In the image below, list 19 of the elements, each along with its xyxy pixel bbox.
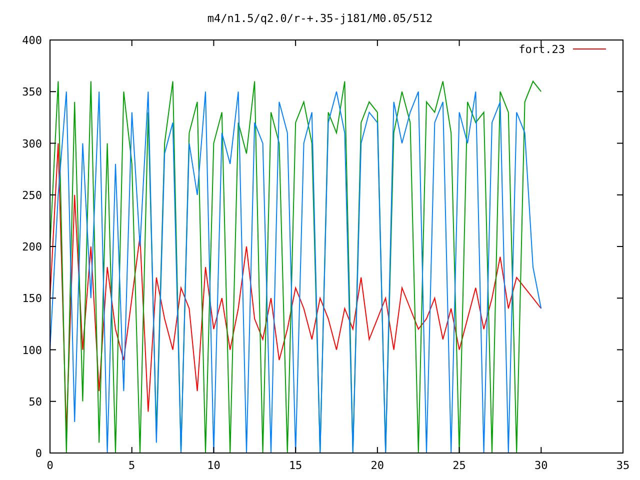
axis-tick-label: 10 [207,459,220,472]
axis-tick-label: 350 [22,86,42,99]
axis-tick-label: 150 [22,292,42,306]
axis-tick-label: 25 [452,459,466,472]
chart-title: m4/n1.5/q2.0/r-+.35-j181/M0.05/512 [207,12,433,25]
axis-tick-label: 100 [22,344,42,357]
legend-label: fort.23 [518,43,565,56]
axis-tick-label: 35 [616,459,630,472]
axis-tick-label: 300 [22,137,42,150]
axis-tick-label: 0 [46,459,54,472]
axis-tick-label: 50 [28,395,42,408]
axis-tick-label: 250 [22,188,42,202]
axis-tick-label: 15 [288,459,302,472]
axis-tick-label: 20 [370,459,384,472]
axis-tick-label: 5 [128,459,136,472]
axis-tick-label: 400 [22,34,42,47]
axis-tick-label: 0 [35,447,42,460]
axis-tick-label: 200 [22,240,42,254]
axis-tick-label: 30 [534,459,548,472]
